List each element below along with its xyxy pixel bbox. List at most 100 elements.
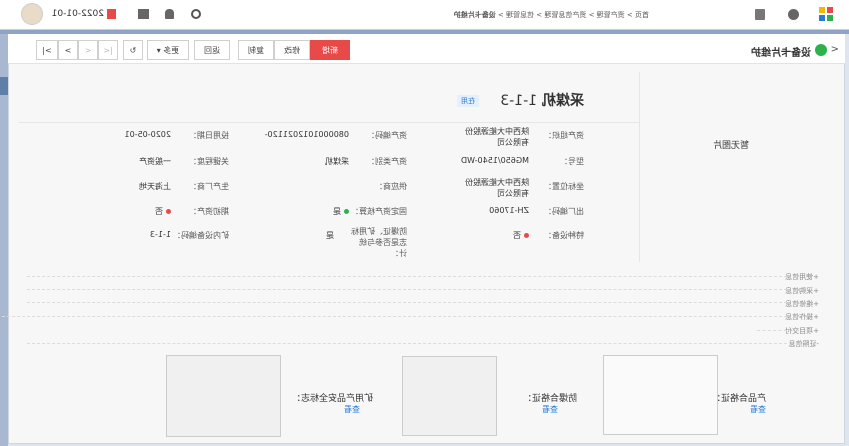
field-label: 固定资产核算： <box>351 207 407 216</box>
edit-button[interactable]: 修改 <box>274 40 310 60</box>
status-dot-icon <box>166 209 171 214</box>
breadcrumb-asset-info[interactable]: 资产信息管理 <box>544 11 586 19</box>
divider <box>0 316 787 317</box>
field-value: 2020-05-01 <box>125 130 172 139</box>
field-label: 生产厂商： <box>189 182 229 191</box>
section-usage[interactable]: +使用信息 <box>785 272 819 282</box>
divider <box>27 289 787 290</box>
status-dot-icon <box>524 233 529 238</box>
section-license[interactable]: -证照信息 <box>788 339 819 349</box>
field-value-text: 是 <box>326 231 334 240</box>
field-value: MG650/1540-WD <box>461 156 529 165</box>
field-value-text: 采煤机 <box>325 157 349 166</box>
safety-cert-image[interactable] <box>166 355 281 437</box>
field-value: 是 <box>333 206 349 217</box>
avatar[interactable] <box>21 3 43 25</box>
field-value: 采煤机 <box>325 156 349 167</box>
field-label: 出厂编码： <box>544 207 584 216</box>
date-display: 2022-01-01 <box>51 9 104 19</box>
calendar-icon <box>107 9 116 19</box>
section-delivery[interactable]: +项目交付 <box>785 326 819 336</box>
dashboard-icon[interactable] <box>788 9 799 20</box>
divider <box>27 276 787 277</box>
cert-label-explosion: 防爆合格证： <box>522 394 577 404</box>
field-label: 关键程度： <box>189 157 229 166</box>
field-value-text: 是 <box>333 207 341 216</box>
refresh-icon[interactable]: ↻ <box>123 40 143 60</box>
field-value-text: 一般资产 <box>139 157 171 166</box>
field-value: 一般资产 <box>139 156 171 167</box>
card-icon <box>815 44 827 56</box>
field-value-text: 2020-05-01 <box>124 130 172 139</box>
field-value-text: 陕西中大能源股份有限公司 <box>465 178 529 198</box>
back-button[interactable]: 返回 <box>194 40 230 60</box>
first-page-button[interactable]: |< <box>98 40 118 60</box>
message-icon[interactable] <box>138 9 149 19</box>
field-value: 否 <box>155 206 171 217</box>
field-label: 供应商： <box>375 182 407 191</box>
field-value: 上海天地 <box>139 181 171 192</box>
cert-label-safety: 矿用产品安全标志： <box>291 394 373 404</box>
back-chevron-icon[interactable]: < <box>831 44 839 55</box>
section-operation[interactable]: +操作信息 <box>785 312 819 322</box>
breadcrumb-home[interactable]: 首页 <box>635 11 649 19</box>
field-label: 投用日期： <box>189 131 229 140</box>
more-label: 更多 <box>163 45 180 55</box>
field-value-text: ZH-17060 <box>489 206 529 215</box>
view-safety-cert-link[interactable]: 查看 <box>344 404 360 415</box>
field-value-text: 陕西中大能源股份有限公司 <box>465 127 529 147</box>
field-label: 资产类别： <box>367 157 407 166</box>
view-product-cert-link[interactable]: 查看 <box>750 404 766 415</box>
add-button[interactable]: 新增 <box>310 40 350 60</box>
breadcrumb-current: 设备卡片维护 <box>453 11 496 19</box>
field-label: 资产组织： <box>544 131 584 140</box>
asset-code: 1-1-3 <box>500 93 538 109</box>
next-page-button[interactable]: > <box>58 40 78 60</box>
page-title: 设备卡片维护 <box>751 48 811 59</box>
copy-button[interactable]: 复制 <box>238 40 274 60</box>
last-page-button[interactable]: >| <box>36 40 58 60</box>
field-value: 否 <box>513 230 529 241</box>
bell-icon[interactable] <box>165 9 174 19</box>
no-image-text: 暂无图片 <box>712 141 749 151</box>
field-value: 0800001012021120- <box>265 130 349 139</box>
field-label: 坐标位置： <box>544 182 584 191</box>
cert-label-product: 产品合格证： <box>711 394 766 404</box>
status-badge: 在用 <box>457 95 479 107</box>
divider <box>757 330 787 331</box>
breadcrumb: 首页 > 资产管理 > 资产信息管理 > 信息管理 > 设备卡片维护 <box>453 11 649 19</box>
field-label: 型号： <box>560 157 584 166</box>
field-value-text: 0800001012021120- <box>264 130 349 139</box>
section-purchase[interactable]: +采购信息 <box>785 286 819 296</box>
product-cert-image[interactable] <box>603 355 718 435</box>
field-label: 资产编码： <box>367 131 407 140</box>
breadcrumb-info[interactable]: 信息管理 <box>506 11 534 19</box>
field-value-text: 否 <box>513 231 521 240</box>
explosion-cert-image[interactable] <box>402 356 497 436</box>
asset-name: 采煤机 <box>542 93 584 109</box>
field-value-text: 1-1-3 <box>149 230 171 239</box>
section-repair[interactable]: +维修信息 <box>785 299 819 309</box>
breadcrumb-asset[interactable]: 资产管理 <box>597 11 625 19</box>
field-value: 1-1-3 <box>150 230 171 239</box>
document-icon[interactable] <box>755 9 765 20</box>
divider <box>27 343 787 344</box>
field-value: ZH-17060 <box>489 206 529 215</box>
more-button[interactable]: 更多 ▾ <box>147 40 189 60</box>
side-strip <box>0 34 8 446</box>
field-value-text: 否 <box>155 207 163 216</box>
view-explosion-cert-link[interactable]: 查看 <box>542 404 558 415</box>
field-value-text: MG650/1540-WD <box>460 156 529 165</box>
field-value-text: 上海天地 <box>139 182 171 191</box>
search-icon[interactable] <box>191 9 201 19</box>
image-placeholder <box>639 72 829 262</box>
field-label: 矿内设备编码： <box>173 231 229 240</box>
field-label: 防爆证、矿用标志是否参与统计： <box>351 227 407 258</box>
divider <box>19 122 639 123</box>
field-value: 陕西中大能源股份有限公司 <box>465 177 529 199</box>
field-value: 是 <box>326 230 334 241</box>
status-dot-icon <box>344 209 349 214</box>
field-label: 期初资产： <box>189 207 229 216</box>
prev-page-button[interactable]: < <box>78 40 98 60</box>
field-value: 陕西中大能源股份有限公司 <box>465 126 529 148</box>
